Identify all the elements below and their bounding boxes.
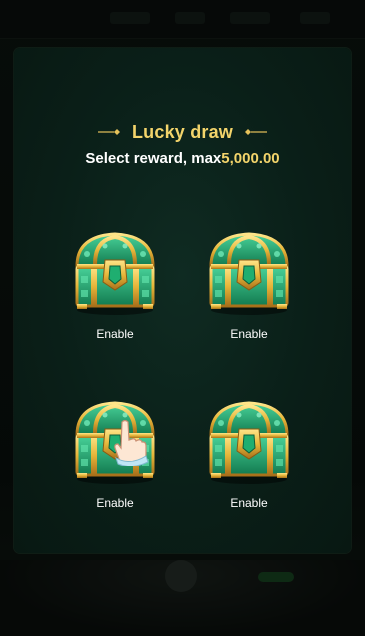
treasure-chest-4[interactable] [199, 395, 299, 485]
ornament-left-icon [97, 129, 120, 135]
chest-3-enable-label[interactable]: Enable [65, 496, 165, 510]
chest-2-enable-label[interactable]: Enable [199, 327, 299, 341]
subtitle-prefix: Select reward, max [85, 150, 222, 167]
max-reward-amount: 5,000.00 [221, 150, 280, 167]
treasure-chest-icon [199, 226, 299, 316]
dialog-subtitle: Select reward, max5,000.00 [0, 150, 365, 167]
pointing-hand-icon [108, 418, 150, 466]
treasure-chest-icon [199, 395, 299, 485]
chest-1-enable-label[interactable]: Enable [65, 327, 165, 341]
ornament-right-icon [245, 129, 268, 135]
chest-4-enable-label[interactable]: Enable [199, 496, 299, 510]
treasure-chest-icon [65, 226, 165, 316]
treasure-chest-1[interactable] [65, 226, 165, 316]
treasure-chest-2[interactable] [199, 226, 299, 316]
dialog-title: Lucky draw [131, 121, 234, 142]
dialog-title-row: Lucky draw [0, 120, 365, 144]
